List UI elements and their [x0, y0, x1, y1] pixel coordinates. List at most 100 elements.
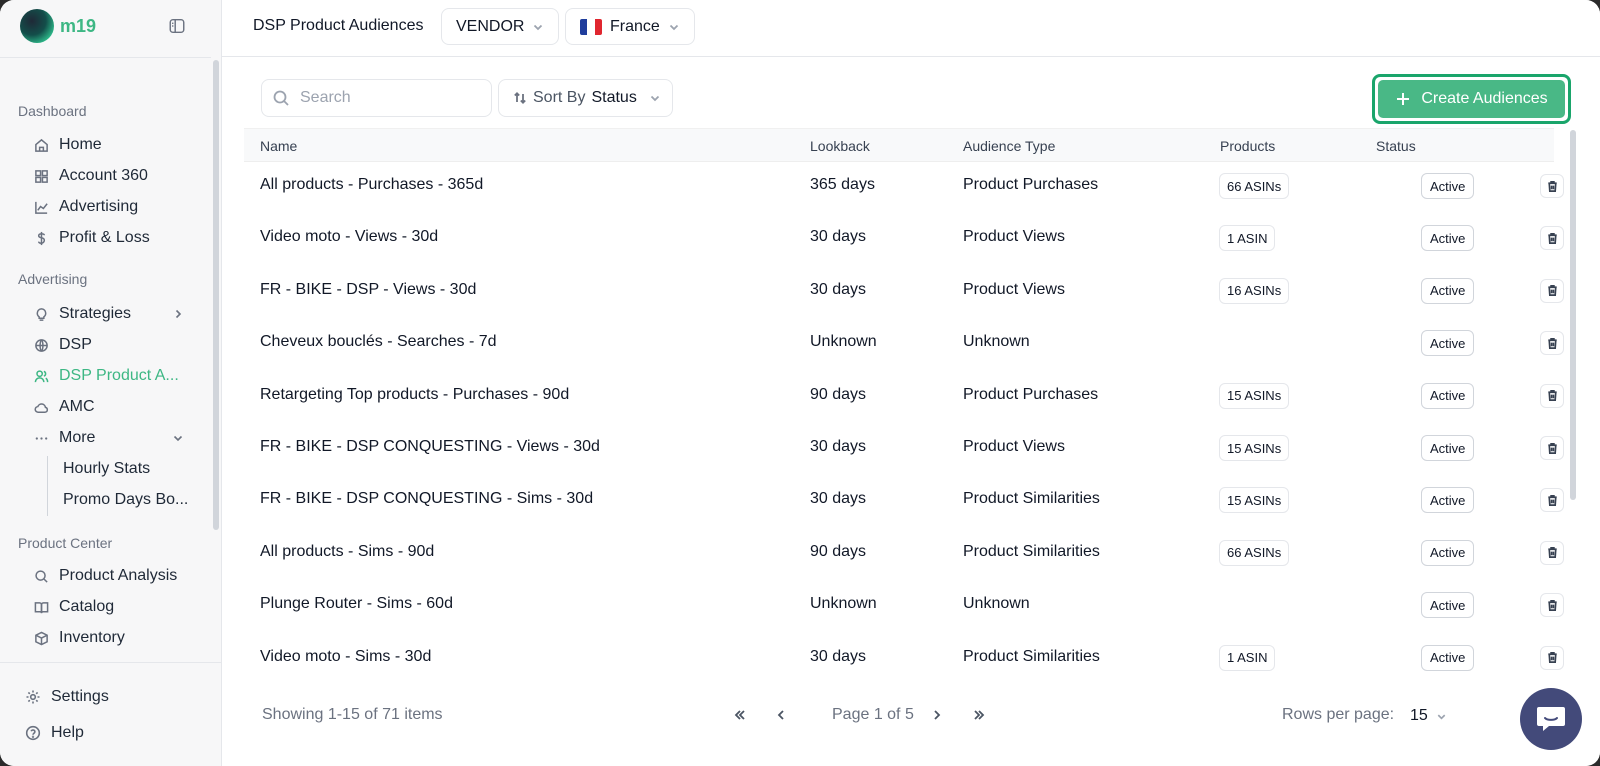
table-row[interactable]: Video moto - Sims - 30d 30 days Product Si… [244, 632, 1564, 685]
sidebar-item-label: DSP [59, 336, 92, 353]
audience-name[interactable]: FR - BIKE - DSP - Views - 30d [260, 281, 476, 299]
delete-button[interactable] [1540, 383, 1564, 408]
delete-button[interactable] [1540, 436, 1564, 460]
audience-name[interactable]: Retargeting Top products - Purchases - 9… [260, 386, 569, 404]
table-scrollbar[interactable] [1570, 130, 1576, 500]
table-row[interactable]: Video moto - Views - 30d 30 days Product V… [244, 212, 1564, 265]
products-badge[interactable]: 16 ASINs [1219, 277, 1290, 304]
sidebar-item-dsp[interactable]: DSP [34, 332, 92, 358]
delete-button[interactable] [1540, 488, 1564, 513]
sidebar-toggle-icon[interactable] [168, 17, 188, 37]
next-page-button[interactable] [926, 704, 948, 726]
sort-select[interactable]: Sort By Status [498, 79, 673, 117]
top-bar: DSP Product Audiences VENDOR France [222, 0, 1600, 57]
brand-name: m19 [60, 15, 97, 36]
sidebar-item-label: Home [59, 136, 102, 153]
sidebar-item-amc[interactable]: AMC [34, 394, 95, 420]
table-row[interactable]: FR - BIKE - DSP CONQUESTING - Sims - 30d… [244, 474, 1564, 527]
create-audiences-button[interactable]: Create Audiences [1378, 80, 1565, 118]
sidebar-scrollbar[interactable] [213, 60, 219, 530]
audience-name[interactable]: Video moto - Sims - 30d [260, 648, 431, 666]
brand-logo [20, 9, 54, 43]
section-label-dashboard: Dashboard [18, 103, 87, 119]
chevron-down-icon[interactable] [172, 432, 184, 444]
audience-name[interactable]: Cheveux bouclés - Searches - 7d [260, 333, 497, 351]
delete-button[interactable] [1540, 174, 1564, 198]
audience-type: Product Similarities [963, 490, 1100, 508]
marketplace-select[interactable]: France [565, 8, 695, 45]
delete-button[interactable] [1540, 645, 1564, 670]
audience-name[interactable]: All products - Sims - 90d [260, 543, 434, 561]
sidebar-item-account-360[interactable]: Account 360 [34, 163, 148, 189]
main-content: DSP Product Audiences VENDOR France Sort… [222, 0, 1600, 766]
sidebar-subitem-promo-days[interactable]: Promo Days Bo... [63, 491, 188, 509]
products-badge[interactable]: 1 ASIN [1219, 644, 1276, 671]
sidebar-item-more[interactable]: More [34, 425, 95, 451]
audience-name[interactable]: Plunge Router - Sims - 60d [260, 595, 453, 613]
audience-name[interactable]: FR - BIKE - DSP CONQUESTING - Views - 30… [260, 438, 600, 456]
sidebar-item-help[interactable]: Help [25, 724, 84, 742]
audience-name[interactable]: Video moto - Views - 30d [260, 228, 438, 246]
delete-button[interactable] [1540, 278, 1564, 303]
chat-support-button[interactable] [1520, 688, 1582, 750]
previous-page-button[interactable] [770, 704, 792, 726]
products-badge[interactable]: 66 ASINs [1219, 539, 1290, 566]
column-header-audience-type[interactable]: Audience Type [963, 138, 1055, 154]
sidebar-item-profit-loss[interactable]: Profit & Loss [34, 225, 150, 251]
table-row[interactable]: All products - Purchases - 365d 365 days P… [244, 160, 1564, 213]
status-badge: Active [1421, 225, 1475, 252]
delete-button[interactable] [1540, 331, 1564, 356]
chevron-right-icon[interactable] [172, 308, 184, 320]
table-row[interactable]: Cheveux bouclés - Searches - 7d Unknown Un… [244, 317, 1564, 370]
products-badge[interactable]: 15 ASINs [1219, 382, 1290, 409]
column-header-name[interactable]: Name [260, 138, 297, 154]
trash-icon [1547, 599, 1557, 611]
table-row[interactable]: FR - BIKE - DSP - Views - 30d 30 days Prod… [244, 265, 1564, 318]
lookback-value: 30 days [810, 438, 867, 455]
sidebar-item-dsp-product-audiences[interactable]: DSP Product A... [34, 363, 179, 389]
audience-name[interactable]: FR - BIKE - DSP CONQUESTING - Sims - 30d [260, 490, 593, 508]
audience-name[interactable]: All products - Purchases - 365d [260, 176, 483, 194]
page-title: DSP Product Audiences [253, 17, 424, 34]
sidebar-item-label: Advertising [59, 198, 139, 215]
ellipsis-icon [35, 436, 48, 440]
column-header-products[interactable]: Products [1220, 138, 1275, 154]
table-row[interactable]: All products - Sims - 90d 90 days Product … [244, 527, 1564, 580]
sidebar-item-inventory[interactable]: Inventory [34, 625, 125, 651]
first-page-button[interactable] [729, 704, 751, 726]
chevron-down-icon [650, 95, 659, 102]
delete-button[interactable] [1540, 593, 1564, 618]
marketplace-value: France [610, 17, 660, 35]
column-header-lookback[interactable]: Lookback [810, 138, 870, 154]
delete-button[interactable] [1540, 540, 1564, 565]
sidebar-item-home[interactable]: Home [34, 132, 102, 158]
sidebar-subitem-hourly-stats[interactable]: Hourly Stats [63, 460, 150, 478]
products-badge[interactable]: 15 ASINs [1219, 487, 1290, 514]
delete-button[interactable] [1540, 226, 1564, 251]
lightbulb-icon [36, 307, 47, 321]
lookback-value: Unknown [810, 333, 877, 351]
grid-icon [35, 169, 48, 183]
account-type-select[interactable]: VENDOR [441, 8, 560, 45]
table-row[interactable]: Plunge Router - Sims - 60d Unknown Unknown… [244, 579, 1564, 632]
last-page-button[interactable] [968, 704, 990, 726]
table-row[interactable]: Retargeting Top products - Purchases - 9… [244, 370, 1564, 423]
brand[interactable]: m19 [20, 9, 96, 43]
column-header-status[interactable]: Status [1376, 138, 1416, 154]
rows-per-page-select[interactable]: 15 [1410, 703, 1454, 729]
sidebar-item-advertising[interactable]: Advertising [34, 194, 138, 220]
sidebar-item-strategies[interactable]: Strategies [34, 301, 131, 327]
table-row[interactable]: FR - BIKE - DSP CONQUESTING - Views - 30… [244, 422, 1564, 475]
lookback-value: 30 days [810, 647, 867, 665]
sidebar-item-catalog[interactable]: Catalog [34, 594, 114, 620]
search-input[interactable] [300, 89, 470, 107]
search-box[interactable] [261, 79, 492, 117]
audience-type: Product Purchases [963, 176, 1099, 193]
products-badge[interactable]: 1 ASIN [1219, 225, 1276, 252]
sidebar-item-settings[interactable]: Settings [25, 688, 109, 706]
status-badge: Active [1421, 330, 1475, 357]
products-badge[interactable]: 66 ASINs [1219, 173, 1290, 199]
sidebar-item-product-analysis[interactable]: Product Analysis [34, 563, 177, 589]
audience-type: Product Views [963, 280, 1065, 298]
products-badge[interactable]: 15 ASINs [1219, 435, 1290, 461]
